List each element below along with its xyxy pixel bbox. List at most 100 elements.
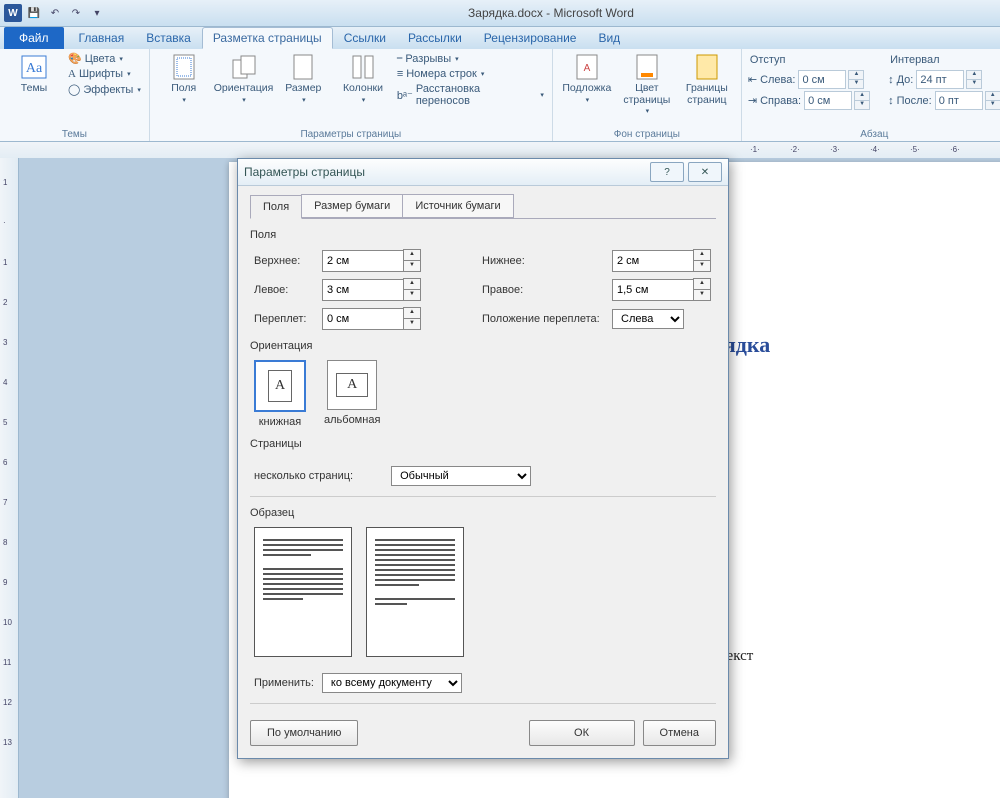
indent-right-input[interactable]: 0 см (804, 91, 852, 110)
gutter-pos-select[interactable]: Слева (612, 309, 684, 329)
spacing-label: Интервал (890, 54, 1000, 66)
dialog-tab-paper[interactable]: Размер бумаги (301, 194, 403, 218)
help-button[interactable]: ? (650, 162, 684, 182)
group-themes-label: Темы (6, 128, 143, 141)
dialog-tab-margins[interactable]: Поля (250, 195, 302, 219)
svg-text:A: A (584, 63, 591, 74)
right-margin-input[interactable] (612, 279, 694, 301)
theme-fonts[interactable]: AШрифты▾ (66, 67, 143, 81)
space-before-label: До: (897, 74, 914, 86)
section-pages-label: Страницы (250, 438, 716, 450)
titlebar: W 💾 ↶ ↷ ▾ Зарядка.docx - Microsoft Word (0, 0, 1000, 27)
tab-home[interactable]: Главная (68, 27, 136, 49)
page-borders-button[interactable]: Границы страниц (679, 51, 735, 108)
landscape-icon: A (327, 360, 377, 410)
tab-references[interactable]: Ссылки (333, 27, 397, 49)
space-after-label: После: (897, 95, 932, 107)
space-after-input[interactable]: 0 пт (935, 91, 983, 110)
margins-icon (168, 53, 200, 81)
spin-down[interactable]: ▼ (693, 289, 711, 301)
size-button[interactable]: Размер▾ (276, 51, 332, 106)
themes-icon: Aa (18, 53, 50, 81)
dialog-tab-source[interactable]: Источник бумаги (402, 194, 513, 218)
section-margins-label: Поля (250, 229, 716, 241)
hyphen-icon: bᵃ⁻ (397, 89, 413, 102)
line-numbers-icon: ≡ (397, 68, 403, 80)
indent-left-icon: ⇤ (748, 73, 757, 86)
redo-icon[interactable]: ↷ (67, 4, 85, 22)
spin-down[interactable]: ▼ (403, 289, 421, 301)
page-setup-dialog: Параметры страницы ? ✕ Поля Размер бумаг… (237, 158, 729, 759)
gutter-label: Переплет: (254, 313, 322, 325)
portrait-label: книжная (259, 416, 302, 428)
breaks-button[interactable]: ⎯Разрывы▾ (395, 51, 546, 66)
portrait-icon: A (254, 360, 306, 412)
ok-button[interactable]: ОК (529, 720, 635, 746)
tab-review[interactable]: Рецензирование (473, 27, 588, 49)
ruler-vertical[interactable]: 1·12345678910111213 (0, 158, 19, 798)
save-icon[interactable]: 💾 (25, 4, 43, 22)
group-paragraph: Отступ ⇤Слева:0 см▲▼ ⇥Справа:0 см▲▼ Инте… (742, 49, 1000, 141)
section-orientation-label: Ориентация (250, 340, 716, 352)
space-after-icon: ↕ (888, 95, 894, 107)
orientation-portrait[interactable]: A книжная (254, 360, 306, 428)
themes-button[interactable]: Aa Темы (6, 51, 62, 97)
top-margin-input[interactable] (322, 250, 404, 272)
spin-down[interactable]: ▼ (854, 100, 870, 110)
space-before-input[interactable]: 24 пт (916, 70, 964, 89)
tab-insert[interactable]: Вставка (135, 27, 202, 49)
preview-area (254, 527, 716, 657)
font-icon: A (68, 68, 76, 80)
dialog-tabs: Поля Размер бумаги Источник бумаги (250, 194, 716, 219)
effects-icon: ◯ (68, 83, 80, 96)
cancel-button[interactable]: Отмена (643, 720, 716, 746)
orientation-button[interactable]: Ориентация▾ (216, 51, 272, 106)
ribbon-tabs: Файл Главная Вставка Разметка страницы С… (0, 27, 1000, 49)
spin-down[interactable]: ▼ (848, 79, 864, 89)
group-page-setup: Поля▾ Ориентация▾ Размер▾ Колонки▾ ⎯Разр… (150, 49, 553, 141)
group-page-bg-label: Фон страницы (559, 128, 735, 141)
spin-down[interactable]: ▼ (693, 260, 711, 272)
bottom-margin-label: Нижнее: (482, 255, 612, 267)
theme-colors[interactable]: 🎨Цвета▾ (66, 51, 143, 66)
spin-down[interactable]: ▼ (403, 260, 421, 272)
indent-left-input[interactable]: 0 см (798, 70, 846, 89)
tab-mailings[interactable]: Рассылки (397, 27, 473, 49)
left-margin-input[interactable] (322, 279, 404, 301)
tab-file[interactable]: Файл (4, 27, 64, 49)
multipage-label: несколько страниц: (254, 470, 353, 482)
bottom-margin-input[interactable] (612, 250, 694, 272)
preview-page-1 (254, 527, 352, 657)
gutter-input[interactable] (322, 308, 404, 330)
hyphenation-button[interactable]: bᵃ⁻Расстановка переносов▾ (395, 82, 546, 108)
section-preview-label: Образец (250, 507, 716, 519)
multipage-select[interactable]: Обычный (391, 466, 531, 486)
divider (250, 496, 716, 497)
spin-down[interactable]: ▼ (403, 318, 421, 330)
qat-more-icon[interactable]: ▾ (88, 4, 106, 22)
ribbon: Aa Темы 🎨Цвета▾ AШрифты▾ ◯Эффекты▾ Темы … (0, 49, 1000, 142)
tab-view[interactable]: Вид (587, 27, 631, 49)
columns-button[interactable]: Колонки▾ (335, 51, 391, 106)
breaks-icon: ⎯ (397, 52, 403, 65)
orientation-icon (228, 53, 260, 81)
top-margin-label: Верхнее: (254, 255, 322, 267)
spin-down[interactable]: ▼ (966, 79, 982, 89)
themes-label: Темы (21, 83, 47, 95)
right-margin-label: Правое: (482, 284, 612, 296)
dialog-titlebar[interactable]: Параметры страницы ? ✕ (238, 159, 728, 186)
theme-effects[interactable]: ◯Эффекты▾ (66, 82, 143, 97)
quick-access-toolbar: W 💾 ↶ ↷ ▾ (4, 4, 106, 22)
close-button[interactable]: ✕ (688, 162, 722, 182)
apply-to-select[interactable]: ко всему документу (322, 673, 462, 693)
landscape-label: альбомная (324, 414, 380, 426)
tab-page-layout[interactable]: Разметка страницы (202, 27, 333, 49)
orientation-landscape[interactable]: A альбомная (324, 360, 380, 428)
spin-down[interactable]: ▼ (985, 100, 1000, 110)
watermark-button[interactable]: AПодложка▾ (559, 51, 615, 106)
default-button[interactable]: По умолчанию (250, 720, 358, 746)
margins-button[interactable]: Поля▾ (156, 51, 212, 106)
page-color-button[interactable]: Цвет страницы▾ (619, 51, 675, 118)
undo-icon[interactable]: ↶ (46, 4, 64, 22)
line-numbers-button[interactable]: ≡Номера строк▾ (395, 67, 546, 81)
